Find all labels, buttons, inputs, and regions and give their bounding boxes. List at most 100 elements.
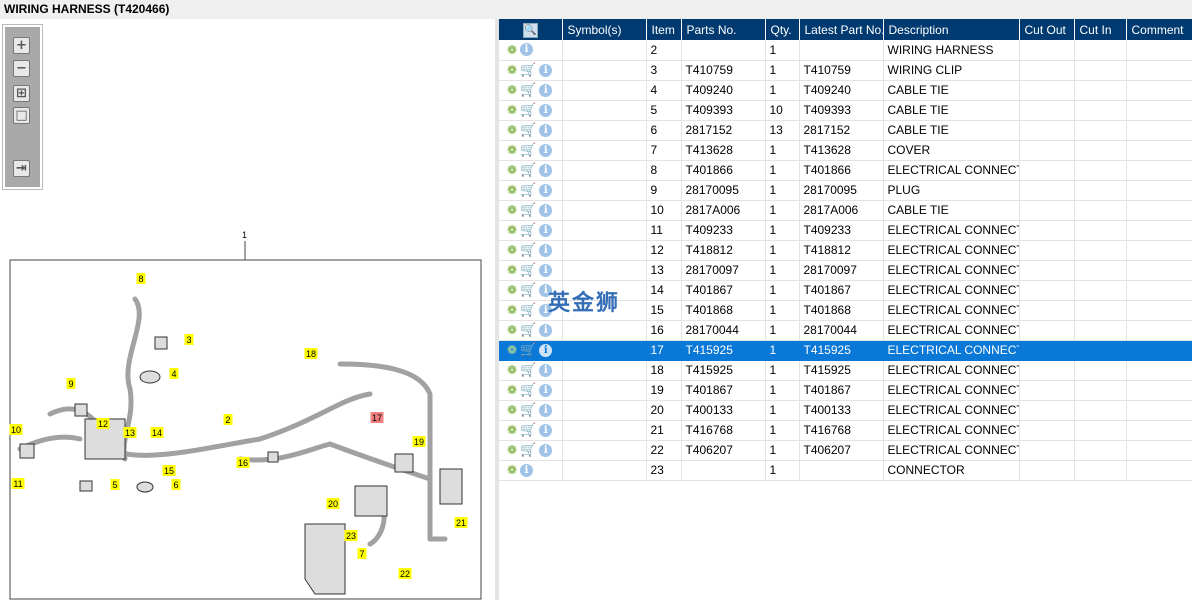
table-row[interactable]: ❁🛒i8T4018661T401866ELECTRICAL CONNECTOR [499,160,1192,181]
gear-icon[interactable]: ❁ [507,43,517,57]
gear-icon[interactable]: ❁ [507,123,517,137]
info-icon[interactable]: i [520,43,534,57]
table-row[interactable]: ❁🛒i22T4062071T406207ELECTRICAL CONNECTOR [499,440,1192,461]
cart-icon[interactable]: 🛒 [520,182,536,198]
info-icon[interactable]: i [539,263,553,277]
gear-icon[interactable]: ❁ [507,83,517,97]
info-icon[interactable]: i [539,443,553,457]
gear-icon[interactable]: ❁ [507,343,517,357]
cart-icon[interactable]: 🛒 [520,222,536,238]
table-row[interactable]: ❁ i 2 1 WIRING HARNESS [499,40,1192,61]
callout-3[interactable]: 3 [184,334,194,345]
cart-icon[interactable]: 🛒 [520,102,536,118]
callout-13[interactable]: 13 [123,427,137,438]
column-header[interactable]: Item [646,19,682,40]
callout-21[interactable]: 21 [454,517,468,528]
gear-icon[interactable]: ❁ [507,63,517,77]
gear-icon[interactable]: ❁ [507,103,517,117]
gear-icon[interactable]: ❁ [507,303,517,317]
table-row[interactable]: ❁🛒i20T4001331T400133ELECTRICAL CONNECTOR [499,400,1192,421]
callout-15[interactable]: 15 [162,465,176,476]
table-row[interactable]: ❁🛒i19T4018671T401867ELECTRICAL CONNECTOR [499,380,1192,401]
info-icon[interactable]: i [539,363,553,377]
callout-6[interactable]: 6 [171,479,181,490]
cart-icon[interactable]: 🛒 [520,122,536,138]
cart-icon[interactable]: 🛒 [520,202,536,218]
table-row[interactable]: ❁🛒i18T4159251T415925ELECTRICAL CONNECTOR [499,360,1192,381]
info-icon[interactable]: i [539,323,553,337]
info-icon[interactable]: i [539,163,553,177]
info-icon[interactable]: i [539,423,553,437]
zoom-out-button[interactable]: − [13,60,30,77]
table-row[interactable]: ❁ 🛒 i 6 2817152 13 2817152 CABLE TIE [499,120,1192,141]
info-icon[interactable]: i [539,343,553,357]
callout-18[interactable]: 18 [304,348,318,359]
zoom-in-button[interactable]: + [13,37,30,54]
gear-icon[interactable]: ❁ [507,163,517,177]
table-row[interactable]: ❁ 🛒 i 4 T409240 1 T409240 CABLE TIE [499,80,1192,101]
info-icon[interactable]: i [539,243,553,257]
gear-icon[interactable]: ❁ [507,203,517,217]
table-row[interactable]: ❁🛒i11T4092331T409233ELECTRICAL CONNECTOR [499,220,1192,241]
cart-icon[interactable]: 🛒 [520,382,536,398]
info-icon[interactable]: i [520,463,534,477]
column-header[interactable]: Description [883,19,1020,40]
export-list-button[interactable]: ⇥ [13,160,30,177]
callout-14[interactable]: 14 [150,427,164,438]
table-row[interactable]: ❁ 🛒 i 7 T413628 1 T413628 COVER [499,140,1192,161]
gear-icon[interactable]: ❁ [507,143,517,157]
gear-icon[interactable]: ❁ [507,463,517,477]
column-header[interactable]: Comment [1126,19,1192,40]
gear-icon[interactable]: ❁ [507,423,517,437]
cart-icon[interactable]: 🛒 [520,362,536,378]
info-icon[interactable]: i [539,223,553,237]
cart-icon[interactable]: 🛒 [520,262,536,278]
gear-icon[interactable]: ❁ [507,243,517,257]
gear-icon[interactable]: ❁ [507,223,517,237]
column-header[interactable]: Qty. [765,19,800,40]
callout-9[interactable]: 9 [66,378,76,389]
cart-icon[interactable]: 🛒 [520,282,536,298]
cart-icon[interactable]: 🛒 [520,442,536,458]
gear-icon[interactable]: ❁ [507,283,517,297]
cart-icon[interactable]: 🛒 [520,142,536,158]
column-header[interactable]: Cut In [1074,19,1127,40]
column-header[interactable]: Latest Part No. [799,19,884,40]
gear-icon[interactable]: ❁ [507,183,517,197]
gear-icon[interactable]: ❁ [507,263,517,277]
cart-icon[interactable]: 🛒 [520,82,536,98]
callout-8[interactable]: 8 [136,273,146,284]
info-icon[interactable]: i [539,403,553,417]
table-row[interactable]: ❁ 🛒 i 9 28170095 1 28170095 PLUG [499,180,1192,201]
table-row[interactable]: ❁🛒i21T4167681T416768ELECTRICAL CONNECTOR [499,420,1192,441]
info-icon[interactable]: i [539,103,553,117]
callout-7[interactable]: 7 [357,548,367,559]
gear-icon[interactable]: ❁ [507,363,517,377]
column-header[interactable]: Cut Out [1019,19,1075,40]
info-icon[interactable]: i [539,183,553,197]
table-row[interactable]: ❁🛒i12T4188121T418812ELECTRICAL CONNECTOR [499,240,1192,261]
cart-icon[interactable]: 🛒 [520,402,536,418]
gear-icon[interactable]: ❁ [507,443,517,457]
table-row[interactable]: ❁ i 23 1 CONNECTOR [499,460,1192,481]
column-header[interactable]: Parts No. [681,19,766,40]
callout-17[interactable]: 17 [370,412,384,423]
callout-16[interactable]: 16 [236,457,250,468]
info-icon[interactable]: i [539,63,553,77]
callout-5[interactable]: 5 [110,479,120,490]
callout-20[interactable]: 20 [326,498,340,509]
info-icon[interactable]: i [539,143,553,157]
cart-icon[interactable]: 🛒 [520,62,536,78]
gear-icon[interactable]: ❁ [507,383,517,397]
search-parts-icon[interactable]: 🔍 [522,22,538,38]
info-icon[interactable]: i [539,123,553,137]
fit-all-button[interactable]: ⊞ [13,85,30,102]
table-row[interactable]: ❁ 🛒 i 5 T409393 10 T409393 CABLE TIE [499,100,1192,121]
callout-2[interactable]: 2 [223,414,233,425]
cart-icon[interactable]: 🛒 [520,162,536,178]
table-row[interactable]: ❁ 🛒 i 10 2817A006 1 2817A006 CABLE TIE [499,200,1192,221]
callout-23[interactable]: 23 [344,530,358,541]
table-row[interactable]: ❁ 🛒 i 3 T410759 1 T410759 WIRING CLIP [499,60,1192,81]
cart-icon[interactable]: 🛒 [520,242,536,258]
gear-icon[interactable]: ❁ [507,403,517,417]
